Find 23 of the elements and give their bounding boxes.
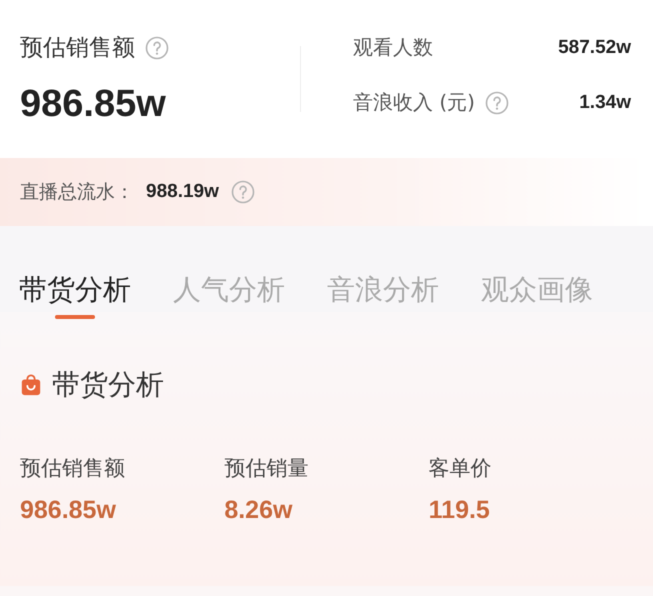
help-icon[interactable] [484,90,509,114]
stat-value: 587.52w [558,36,631,58]
shopping-bag-icon [20,374,42,396]
metric-label: 预估销售额 [20,455,126,482]
metric-value: 986.85w [20,496,117,525]
tab[interactable]: 观众画像 [481,270,593,320]
stat-value: 1.34w [579,92,631,114]
sales-label: 预估销售额 [20,34,135,63]
tab[interactable]: 人气分析 [173,270,285,320]
help-icon[interactable] [145,36,169,60]
stat-label: 音浪收入 (元) [353,89,475,116]
stat-label: 观看人数 [353,34,433,61]
tab[interactable]: 音浪分析 [327,270,439,320]
help-icon[interactable] [230,180,255,204]
metric-value: 8.26w [224,496,294,525]
section-title: 带货分析 [52,367,164,403]
sales-value: 986.85w [20,83,167,126]
flow-label: 直播总流水： [20,180,134,205]
metric-value: 119.5 [428,496,491,525]
flow-value: 988.19w [146,181,219,203]
metric-label: 客单价 [428,455,493,482]
tab[interactable]: 带货分析 [19,270,131,320]
metric-label: 预估销量 [224,455,310,482]
